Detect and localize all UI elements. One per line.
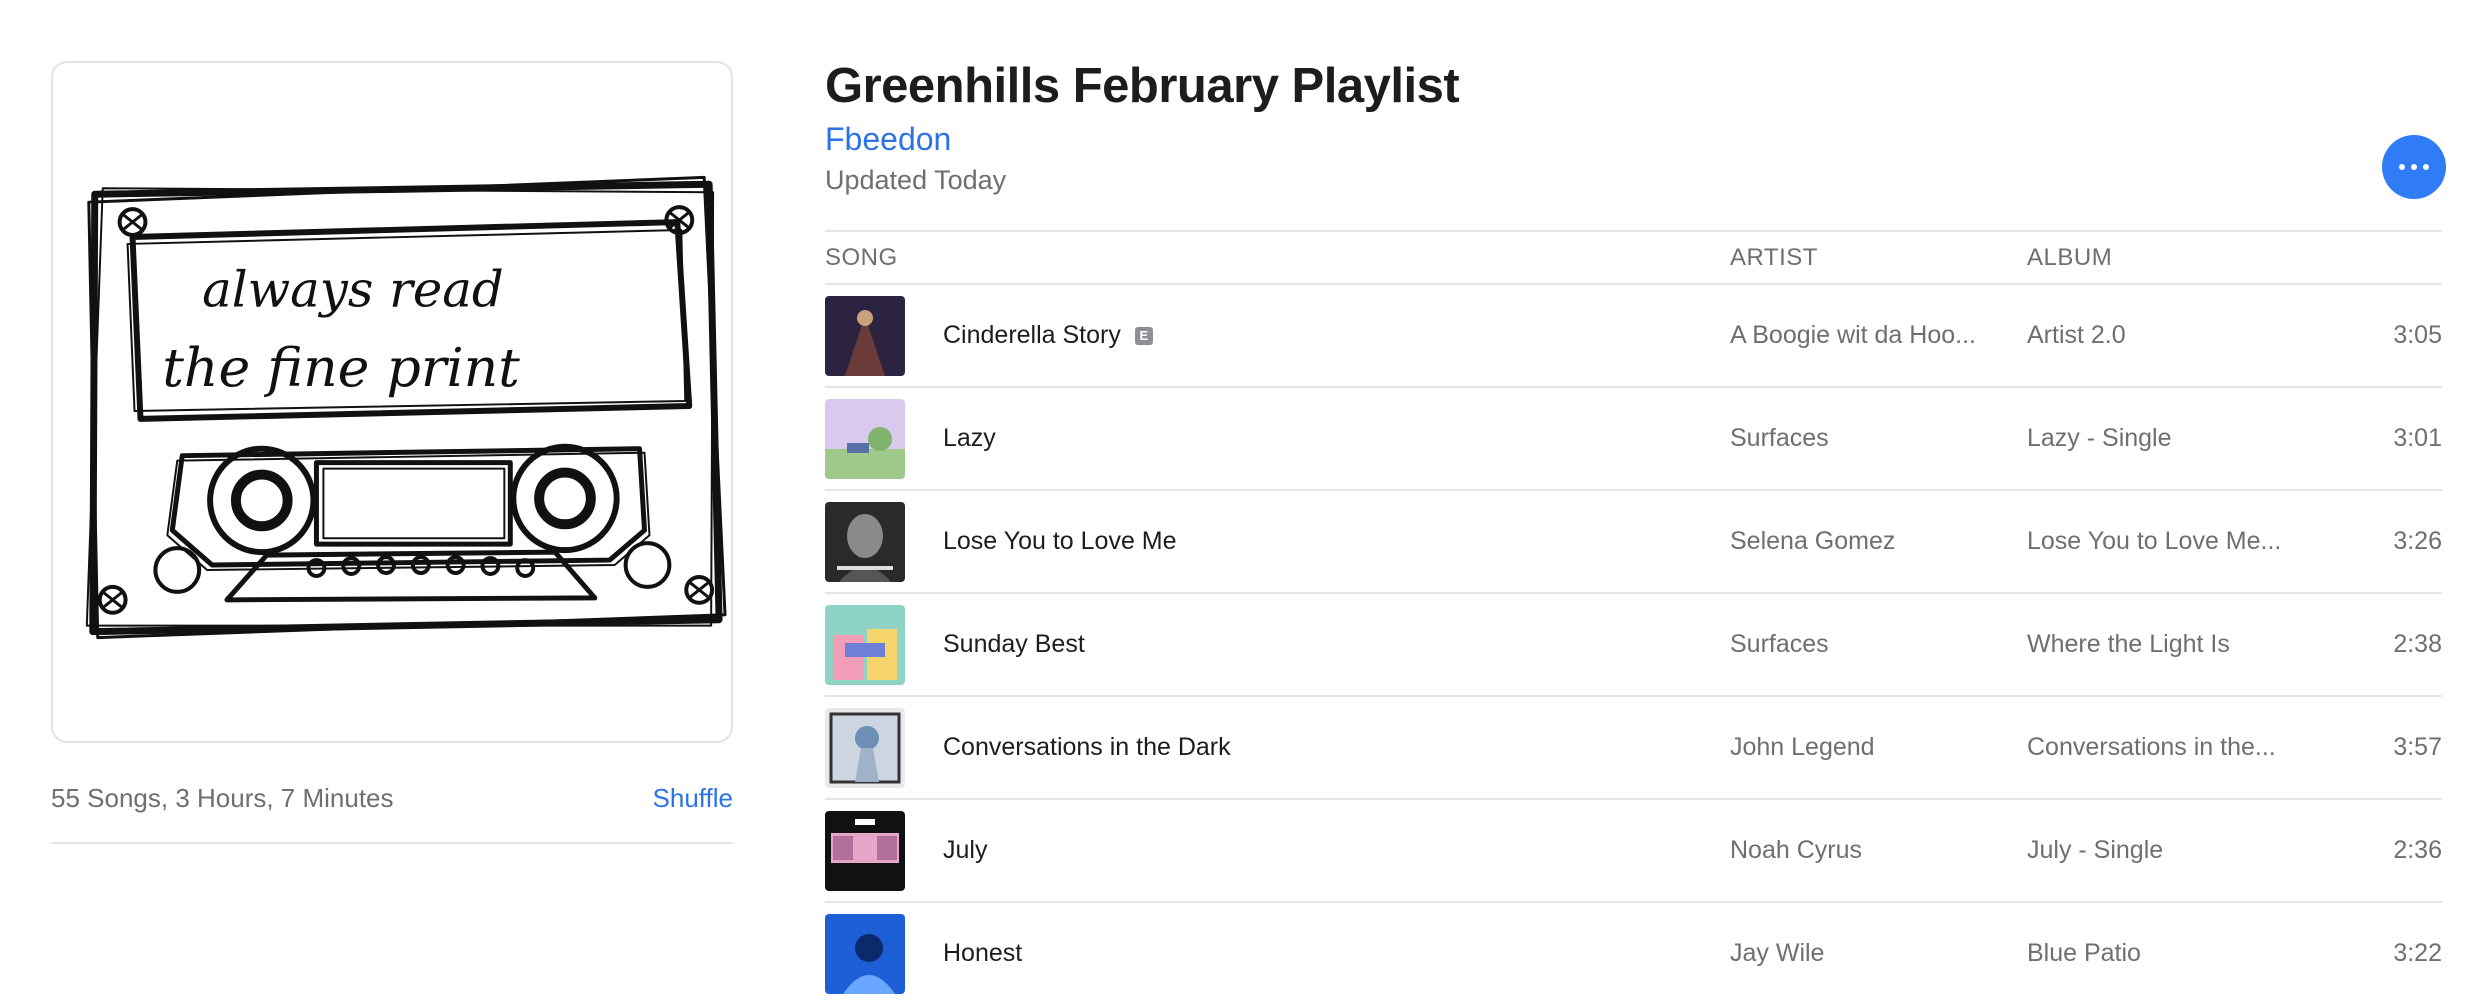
album-cover [825, 296, 905, 376]
table-row[interactable]: Lazy Surfaces Lazy - Single 3:01 [825, 388, 2442, 491]
artist-name[interactable]: John Legend [1730, 733, 1990, 762]
album-cover [825, 914, 905, 994]
track-duration: 2:36 [2393, 836, 2442, 864]
table-row[interactable]: Conversations in the Dark John Legend Co… [825, 697, 2442, 800]
artwork-text-line2: the fine print [162, 336, 520, 399]
album-cover [825, 811, 905, 891]
song-title: July [943, 836, 988, 864]
table-row[interactable]: Sunday Best Surfaces Where the Light Is … [825, 594, 2442, 697]
song-title: Cinderella Story [943, 321, 1121, 349]
album-cover [825, 708, 905, 788]
playlist-meta-row: 55 Songs, 3 Hours, 7 Minutes Shuffle [51, 770, 733, 826]
artwork-text-line1: always read [202, 261, 504, 319]
artist-name[interactable]: Selena Gomez [1730, 527, 1990, 556]
song-title: Honest [943, 939, 1023, 967]
artist-name[interactable]: Surfaces [1730, 424, 1990, 453]
album-name[interactable]: Blue Patio [2027, 939, 2297, 968]
song-title: Sunday Best [943, 630, 1085, 658]
album-name[interactable]: Conversations in the... [2027, 733, 2297, 762]
track-duration: 3:57 [2393, 733, 2442, 761]
track-duration: 3:26 [2393, 527, 2442, 555]
table-row[interactable]: July Noah Cyrus July - Single 2:36 [825, 800, 2442, 903]
column-header-album[interactable]: ALBUM [2027, 244, 2112, 272]
track-duration: 3:22 [2393, 939, 2442, 967]
table-row[interactable]: Cinderella Story E A Boogie wit da Hoo...… [825, 285, 2442, 388]
divider [51, 842, 733, 844]
column-header-artist[interactable]: ARTIST [1730, 244, 1818, 272]
song-title: Lose You to Love Me [943, 527, 1177, 555]
explicit-badge: E [1134, 326, 1153, 345]
track-duration: 2:38 [2393, 630, 2442, 658]
more-options-button[interactable] [2382, 135, 2446, 199]
cassette-artwork-image: always read the fine print [85, 175, 727, 640]
table-row[interactable]: Lose You to Love Me Selena Gomez Lose Yo… [825, 491, 2442, 594]
album-name[interactable]: Lose You to Love Me... [2027, 527, 2297, 556]
album-cover [825, 502, 905, 582]
playlist-artwork[interactable]: always read the fine print [51, 61, 733, 743]
album-name[interactable]: Artist 2.0 [2027, 321, 2297, 350]
playlist-title: Greenhills February Playlist [825, 59, 1460, 113]
song-title: Lazy [943, 424, 996, 452]
artist-name[interactable]: Noah Cyrus [1730, 836, 1990, 865]
album-cover [825, 605, 905, 685]
curator-link[interactable]: Fbeedon [825, 121, 951, 158]
artist-name[interactable]: Surfaces [1730, 630, 1990, 659]
table-row[interactable]: Honest Jay Wile Blue Patio 3:22 [825, 903, 2442, 1006]
table-top-divider [825, 230, 2442, 232]
updated-label: Updated Today [825, 165, 1007, 195]
song-title: Conversations in the Dark [943, 733, 1231, 761]
shuffle-button[interactable]: Shuffle [653, 783, 733, 814]
artist-name[interactable]: A Boogie wit da Hoo... [1730, 321, 1990, 350]
album-name[interactable]: Where the Light Is [2027, 630, 2297, 659]
track-duration: 3:05 [2393, 321, 2442, 349]
ellipsis-icon [2399, 164, 2405, 170]
column-header-song[interactable]: SONG [825, 244, 898, 272]
track-duration: 3:01 [2393, 424, 2442, 452]
playlist-summary: 55 Songs, 3 Hours, 7 Minutes [51, 782, 394, 813]
artist-name[interactable]: Jay Wile [1730, 939, 1990, 968]
album-cover [825, 399, 905, 479]
album-name[interactable]: July - Single [2027, 836, 2297, 865]
track-list: Cinderella Story E A Boogie wit da Hoo...… [825, 285, 2442, 1006]
album-name[interactable]: Lazy - Single [2027, 424, 2297, 453]
